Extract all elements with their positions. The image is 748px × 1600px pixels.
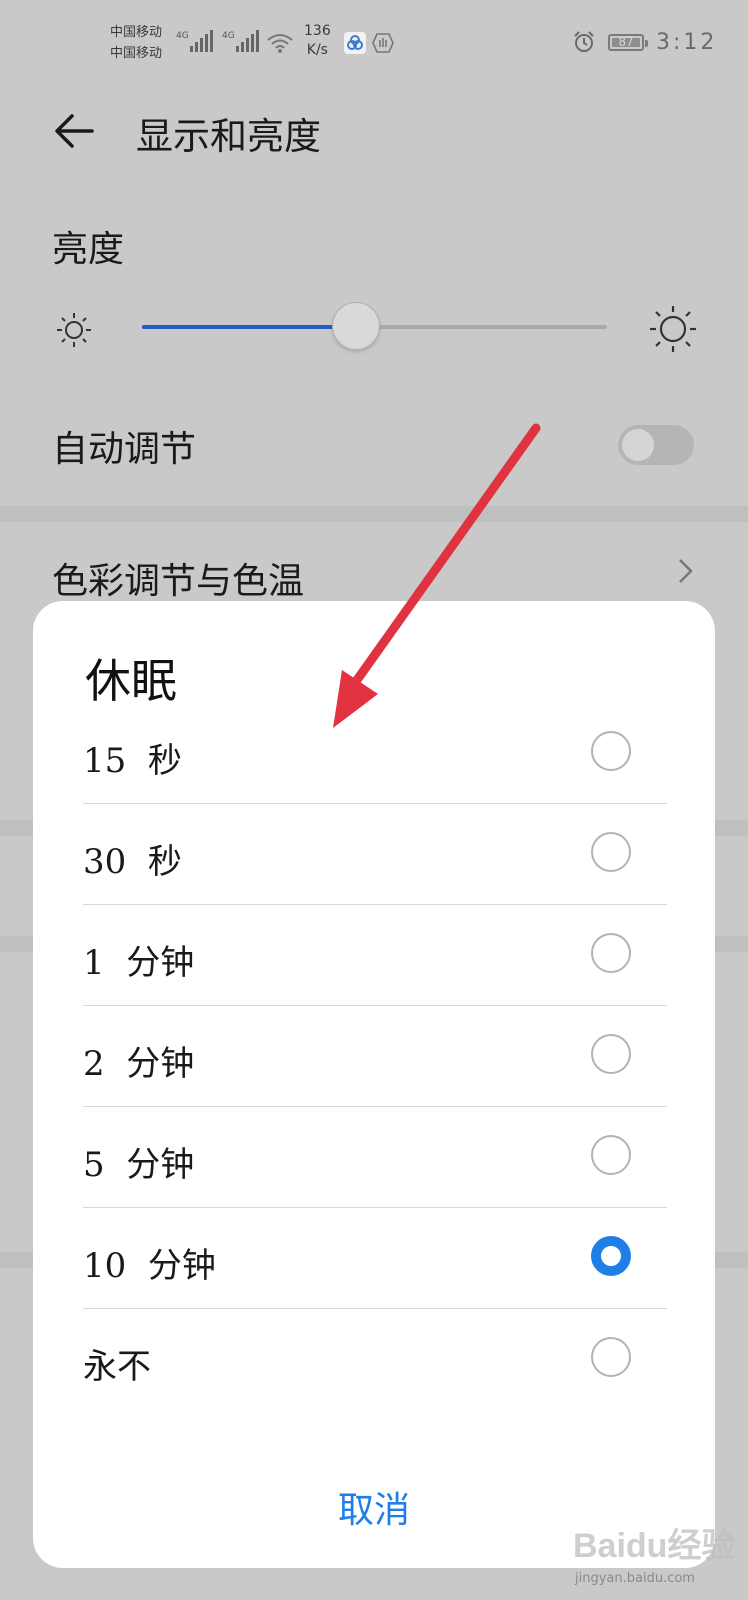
radio-button[interactable] bbox=[591, 933, 631, 973]
option-label: 1 分钟 bbox=[83, 943, 195, 983]
option-2min[interactable]: 2 分钟 bbox=[83, 1006, 667, 1107]
auto-adjust-label: 自动调节 bbox=[52, 429, 197, 470]
radio-button[interactable] bbox=[591, 1236, 631, 1276]
brightness-label: 亮度 bbox=[52, 229, 125, 270]
option-label: 永不 bbox=[83, 1347, 151, 1387]
option-label: 15 秒 bbox=[83, 741, 182, 781]
sleep-options-list: 15 秒 30 秒 1 分钟 2 分钟 5 分钟 10 分钟 永不 bbox=[83, 703, 667, 1409]
hand-notification-icon bbox=[372, 33, 394, 53]
battery-level: 87 bbox=[618, 35, 634, 49]
status-bar: 中国移动 中国移动 4G 4G 136 K/s 87 3:12 bbox=[0, 0, 748, 86]
sleep-dialog: 休眠 15 秒 30 秒 1 分钟 2 分钟 5 分钟 10 分钟 永不 取消 bbox=[33, 601, 715, 1568]
signal-icon: 4G bbox=[176, 30, 213, 52]
brightness-high-icon bbox=[650, 306, 696, 352]
option-10min[interactable]: 10 分钟 bbox=[83, 1208, 667, 1309]
option-30s[interactable]: 30 秒 bbox=[83, 804, 667, 905]
radio-button[interactable] bbox=[591, 731, 631, 771]
speed-unit: K/s bbox=[306, 42, 328, 58]
option-label: 5 分钟 bbox=[83, 1145, 195, 1185]
section-divider bbox=[0, 506, 748, 522]
battery-icon: 87 bbox=[608, 34, 648, 51]
signal-icon-2: 4G bbox=[222, 30, 259, 52]
app-notification-icon bbox=[344, 32, 366, 54]
chevron-right-icon bbox=[679, 559, 693, 583]
brightness-slider-thumb[interactable] bbox=[331, 302, 380, 350]
watermark-url: jingyan.baidu.com bbox=[575, 1571, 695, 1586]
toggle-knob bbox=[622, 429, 654, 461]
carrier-2: 中国移动 bbox=[110, 46, 163, 61]
radio-button[interactable] bbox=[591, 1034, 631, 1074]
back-arrow-icon[interactable] bbox=[52, 108, 98, 154]
option-label: 30 秒 bbox=[83, 842, 182, 882]
option-label: 2 分钟 bbox=[83, 1044, 195, 1084]
network-speed: 136 K/s bbox=[304, 22, 331, 60]
watermark-logo: Baidu经验 bbox=[573, 1527, 736, 1565]
option-15s[interactable]: 15 秒 bbox=[83, 703, 667, 804]
auto-adjust-toggle[interactable] bbox=[618, 425, 694, 465]
carrier-1: 中国移动 bbox=[110, 25, 163, 40]
option-5min[interactable]: 5 分钟 bbox=[83, 1107, 667, 1208]
brightness-low-icon bbox=[57, 313, 91, 347]
color-temp-label[interactable]: 色彩调节与色温 bbox=[52, 552, 304, 604]
radio-button[interactable] bbox=[591, 832, 631, 872]
clock: 3:12 bbox=[656, 30, 718, 55]
carrier-info: 中国移动 中国移动 bbox=[110, 22, 162, 64]
brightness-slider[interactable] bbox=[142, 302, 607, 350]
dialog-title: 休眠 bbox=[85, 654, 177, 708]
option-1min[interactable]: 1 分钟 bbox=[83, 905, 667, 1006]
radio-button[interactable] bbox=[591, 1135, 631, 1175]
page-title: 显示和亮度 bbox=[136, 115, 321, 158]
sig1-label: 4G bbox=[176, 31, 189, 41]
alarm-icon bbox=[574, 31, 594, 52]
sig2-label: 4G bbox=[222, 31, 235, 41]
brightness-slider-fill bbox=[142, 325, 356, 329]
speed-value: 136 bbox=[304, 23, 331, 39]
wifi-icon bbox=[267, 34, 293, 53]
radio-button[interactable] bbox=[591, 1337, 631, 1377]
option-never[interactable]: 永不 bbox=[83, 1309, 667, 1409]
option-label: 10 分钟 bbox=[83, 1246, 216, 1286]
